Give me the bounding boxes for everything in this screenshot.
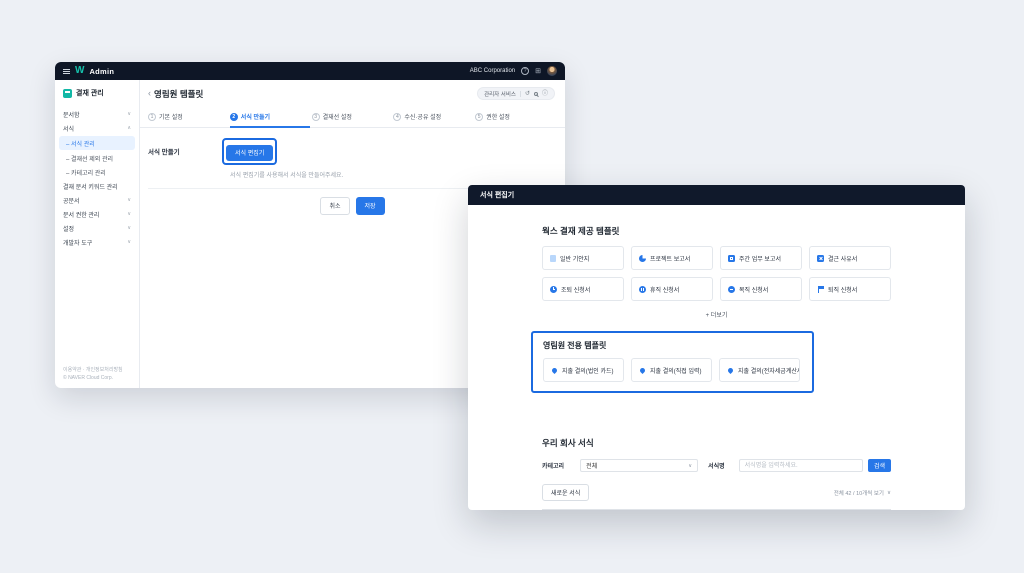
company-forms-section: 우리 회사 서식 카테고리 전체 ∨ 서식명 검색 새로운 서식 전체 42 /…: [542, 437, 891, 510]
step-basic-settings[interactable]: 1 기본 설정: [148, 107, 230, 127]
template-card[interactable]: 결근 사유서: [809, 246, 891, 270]
works-logo: W: [75, 66, 84, 76]
copyright: © NAVER Cloud Corp.: [63, 374, 131, 382]
form-editor-window: 서식 편집기 웍스 결재 제공 템플릿 일반 기안지 프로젝트 보고서 주간 업…: [468, 185, 965, 510]
sidebar-item-category-management[interactable]: – 카테고리 관리: [55, 165, 139, 179]
step-create-form[interactable]: 2 서식 만들기: [230, 107, 312, 127]
chevron-down-icon: ∨: [688, 463, 692, 469]
sidebar-footer: 이용약관 · 개인정보처리방침 © NAVER Cloud Corp.: [55, 366, 139, 382]
sidebar-item-approval-line-exclusion[interactable]: – 결재선 제외 관리: [55, 151, 139, 165]
app-title: Admin: [89, 67, 114, 76]
template-card[interactable]: 휴직 신청서: [631, 277, 713, 301]
search-icon[interactable]: [534, 92, 538, 96]
approval-stamp-icon: [63, 89, 72, 98]
footer-links[interactable]: 이용약관 · 개인정보처리방침: [63, 366, 131, 374]
flag-icon: [817, 286, 824, 293]
chevron-down-icon: ∨: [127, 197, 131, 203]
template-card[interactable]: 조퇴 신청서: [542, 277, 624, 301]
sidebar-item-official-documents[interactable]: 공문서 ∨: [55, 193, 139, 207]
absence-icon: [817, 255, 824, 262]
admin-topbar: W Admin ABC Corporation ? ⊞: [55, 62, 565, 80]
chevron-down-icon: ∨: [127, 239, 131, 245]
clock-icon: [550, 286, 557, 293]
apps-grid-icon[interactable]: ⊞: [535, 68, 541, 75]
template-card[interactable]: 프로젝트 보고서: [631, 246, 713, 270]
sidebar-item-form-management[interactable]: – 서식 관리: [59, 136, 135, 150]
highlight-ring: 서식 편집기: [222, 138, 277, 165]
chevron-down-icon: ∨: [127, 211, 131, 217]
template-card[interactable]: 퇴직 신청서: [809, 277, 891, 301]
undo-icon[interactable]: ↺: [525, 91, 530, 97]
form-name-input[interactable]: [739, 459, 863, 472]
sidebar-item-developer-tools[interactable]: 개발자 도구 ∨: [55, 235, 139, 249]
helper-text: 서식 편집기를 사용해서 서식을 만들어주세요.: [230, 170, 565, 179]
sidebar-header: 결재 관리: [55, 88, 139, 107]
sidebar-item-settings[interactable]: 설정 ∨: [55, 221, 139, 235]
chevron-down-icon: ∨: [127, 225, 131, 231]
pin-icon: [639, 366, 646, 373]
wizard-steps: 1 기본 설정 2 서식 만들기 3 결재선 설정 4 수신·공유 설정 5: [140, 107, 565, 128]
pie-chart-icon: [639, 255, 646, 262]
form-editor-button[interactable]: 서식 편집기: [226, 145, 273, 161]
sidebar-item-document-permissions[interactable]: 문서 권한 관리 ∨: [55, 207, 139, 221]
sidebar-item-document-keywords[interactable]: 결재 문서 키워드 관리: [55, 179, 139, 193]
save-button[interactable]: 저장: [356, 197, 385, 215]
form-name-label: 서식명: [708, 461, 725, 470]
company-forms-title: 우리 회사 서식: [542, 437, 891, 449]
template-card[interactable]: 지출 결의(전자세금계산서): [719, 358, 800, 382]
chevron-down-icon: ∨: [887, 490, 891, 496]
cancel-button[interactable]: 취소: [320, 197, 349, 215]
divider: [520, 91, 521, 97]
company-name: ABC Corporation: [470, 68, 515, 74]
admin-service-pill[interactable]: 관리자 서비스 ↺ ⓘ: [477, 87, 555, 100]
template-card[interactable]: 지출 결의(직접 입력): [631, 358, 712, 382]
template-card[interactable]: 주간 업무 보고서: [720, 246, 802, 270]
works-templates-title: 웍스 결재 제공 템플릿: [542, 225, 891, 237]
works-templates-grid: 일반 기안지 프로젝트 보고서 주간 업무 보고서 결근 사유서 조퇴 신청서 …: [542, 246, 891, 301]
chevron-down-icon: ∨: [127, 111, 131, 117]
page-size-selector[interactable]: 전체 42 / 10개씩 보기 ∨: [834, 489, 891, 497]
avatar[interactable]: [547, 66, 557, 76]
chevron-up-icon: ∧: [127, 125, 131, 131]
info-icon[interactable]: ⓘ: [542, 91, 548, 97]
help-icon[interactable]: ?: [521, 67, 529, 75]
new-form-button[interactable]: 새로운 서식: [542, 484, 589, 501]
pause-icon: [639, 286, 646, 293]
pin-icon: [551, 366, 558, 373]
sidebar-item-documents[interactable]: 문서함 ∨: [55, 107, 139, 121]
category-label: 카테고리: [542, 461, 564, 470]
document-icon: [550, 255, 556, 262]
category-select[interactable]: 전체 ∨: [580, 459, 698, 472]
pin-icon: [727, 366, 734, 373]
step-permissions[interactable]: 5 권한 설정: [475, 107, 557, 127]
forms-table-header: 카테고리 서식명: [542, 509, 891, 510]
form-editor-titlebar: 서식 편집기: [468, 185, 965, 205]
sidebar-item-forms[interactable]: 서식 ∧: [55, 121, 139, 135]
more-templates-link[interactable]: + 더보기: [542, 310, 891, 319]
step-approval-line[interactable]: 3 결재선 설정: [312, 107, 394, 127]
step-receive-share[interactable]: 4 수신·공유 설정: [393, 107, 475, 127]
sidebar: 결재 관리 문서함 ∨ 서식 ∧ – 서식 관리 – 결재선 제외 관리: [55, 80, 140, 388]
search-button[interactable]: 검색: [868, 459, 891, 472]
template-card[interactable]: 일반 기안지: [542, 246, 624, 270]
back-chevron-icon[interactable]: ‹: [148, 89, 151, 98]
erp-templates-grid: 지출 결의(법인 카드) 지출 결의(직접 입력) 지출 결의(전자세금계산서): [543, 358, 802, 382]
hamburger-menu-icon[interactable]: [63, 69, 70, 74]
report-icon: [728, 255, 735, 262]
erp-templates-title: 영림원 전용 템플릿: [543, 340, 802, 351]
template-card[interactable]: 복직 신청서: [720, 277, 802, 301]
erp-templates-highlight-box: 영림원 전용 템플릿 지출 결의(법인 카드) 지출 결의(직접 입력) 지출 …: [531, 331, 814, 393]
form-label: 서식 만들기: [148, 138, 222, 156]
template-card[interactable]: 지출 결의(법인 카드): [543, 358, 624, 382]
return-icon: [728, 286, 735, 293]
page-title: 영림원 템플릿: [154, 88, 203, 100]
